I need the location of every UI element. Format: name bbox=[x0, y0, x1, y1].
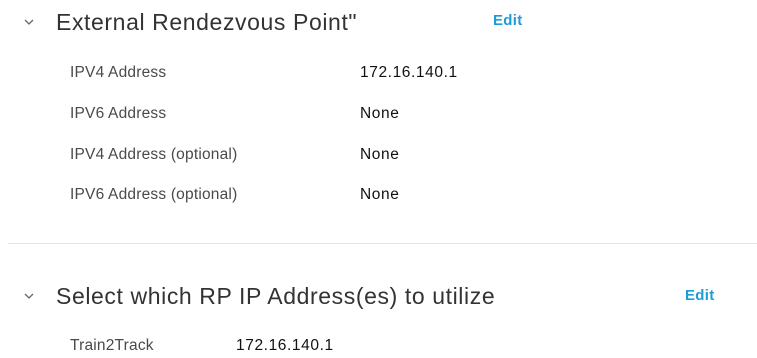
rp-select-section-header[interactable]: Select which RP IP Address(es) to utiliz… bbox=[24, 282, 495, 310]
section-divider bbox=[8, 243, 757, 244]
ipv6-address-label: IPV6 Address bbox=[70, 105, 167, 122]
ipv4-address-optional-row: IPV4 Address (optional) None bbox=[70, 146, 670, 166]
ipv4-address-row: IPV4 Address 172.16.140.1 bbox=[70, 64, 670, 84]
chevron-down-icon[interactable] bbox=[24, 291, 34, 301]
train2track-label: Train2Track bbox=[70, 337, 154, 354]
rendezvous-section-title: External Rendezvous Point" bbox=[56, 8, 358, 35]
train2track-value: 172.16.140.1 bbox=[236, 337, 334, 354]
ipv6-address-optional-value: None bbox=[360, 186, 400, 203]
rp-select-edit-link[interactable]: Edit bbox=[685, 287, 715, 304]
ipv6-address-optional-row: IPV6 Address (optional) None bbox=[70, 186, 670, 206]
rp-select-section-title: Select which RP IP Address(es) to utiliz… bbox=[56, 282, 496, 309]
ipv4-address-optional-label: IPV4 Address (optional) bbox=[70, 146, 238, 163]
ipv4-address-label: IPV4 Address bbox=[70, 64, 167, 81]
train2track-row: Train2Track 172.16.140.1 bbox=[70, 337, 670, 357]
ipv4-address-value: 172.16.140.1 bbox=[360, 64, 458, 81]
ipv4-address-optional-value: None bbox=[360, 146, 400, 163]
rendezvous-edit-link[interactable]: Edit bbox=[493, 12, 523, 29]
ipv6-address-value: None bbox=[360, 105, 400, 122]
chevron-down-icon[interactable] bbox=[24, 17, 34, 27]
ipv6-address-optional-label: IPV6 Address (optional) bbox=[70, 186, 238, 203]
ipv6-address-row: IPV6 Address None bbox=[70, 105, 670, 125]
rendezvous-section-header[interactable]: External Rendezvous Point" bbox=[24, 8, 357, 36]
